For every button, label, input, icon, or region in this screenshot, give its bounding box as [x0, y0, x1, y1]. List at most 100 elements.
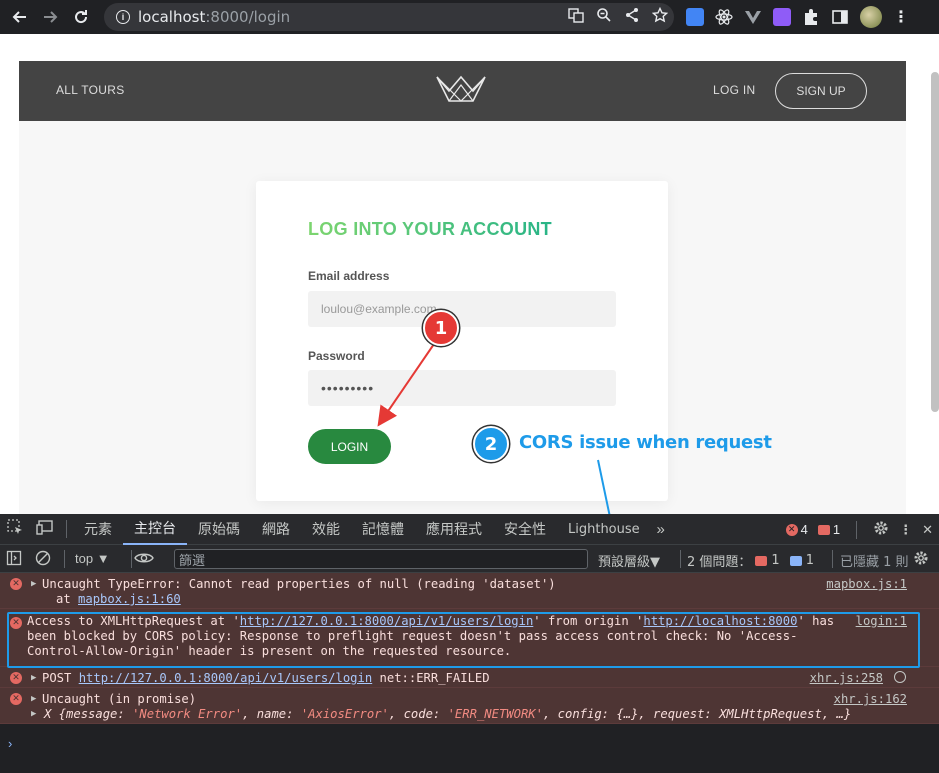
clear-console-icon[interactable]: [35, 550, 51, 569]
stack-line: at mapbox.js:1:60: [42, 592, 907, 607]
site-logo-icon[interactable]: [435, 73, 487, 107]
dropdown-arrow-icon: ▼: [96, 551, 110, 566]
bookmark-star-icon[interactable]: [651, 6, 669, 27]
error-count: 4: [800, 522, 808, 537]
obj-value: 'Network Error': [132, 707, 243, 721]
error-counter[interactable]: ✕ 4: [785, 522, 808, 537]
expand-triangle-icon[interactable]: ▶: [31, 577, 36, 592]
annotation-badge-2: 2: [473, 426, 509, 462]
purple-extension-icon[interactable]: [773, 8, 791, 26]
forward-button[interactable]: [36, 3, 64, 31]
console-error-row[interactable]: ✕ ▶ Uncaught TypeError: Cannot read prop…: [0, 573, 939, 609]
hidden-messages-count: 已隱藏 1 則: [840, 555, 909, 570]
site-header: ALL TOURS LOG IN SIGN UP: [19, 61, 906, 121]
source-link[interactable]: xhr.js:162: [834, 692, 907, 707]
tab-performance[interactable]: 效能: [301, 514, 351, 545]
request-url-link[interactable]: http://127.0.0.1:8000/api/v1/users/login: [79, 671, 373, 685]
error-object[interactable]: ▶ X {message: 'Network Error', name: 'Ax…: [31, 707, 907, 722]
error-x-icon: ✕: [10, 617, 22, 629]
tab-network[interactable]: 網路: [251, 514, 301, 545]
source-link[interactable]: login:1: [856, 614, 907, 629]
dropdown-arrow-icon: ▼: [650, 555, 661, 570]
close-devtools-icon[interactable]: ✕: [922, 522, 933, 538]
tab-console[interactable]: 主控台: [123, 514, 187, 545]
console-filter-input[interactable]: 篩選: [174, 549, 588, 569]
tab-sources[interactable]: 原始碼: [187, 514, 251, 545]
console-prompt-chevron-icon[interactable]: ›: [8, 736, 12, 751]
log-levels-dropdown[interactable]: 預設層級▼: [598, 551, 660, 570]
sidebar-toggle-icon[interactable]: [6, 550, 22, 569]
issues-blue-count: 1: [805, 553, 814, 568]
login-form-card: LOG INTO YOUR ACCOUNT Email address loul…: [256, 181, 668, 501]
obj-value: {…}: [616, 707, 639, 721]
live-expression-eye-icon[interactable]: [134, 549, 154, 570]
browser-menu-icon[interactable]: ⋮: [893, 7, 909, 27]
console-toolbar: top ▼ 篩選 預設層級▼ 2 個問題： 1 1 已隱藏 1 則: [0, 545, 939, 573]
browser-toolbar: i localhost:8000/login ⋮: [0, 0, 939, 34]
email-label: Email address: [308, 269, 390, 283]
google-translate-ext-icon[interactable]: [686, 8, 704, 26]
msg-text: Access to XMLHttpRequest at ': [27, 614, 240, 628]
extensions-area: ⋮: [686, 5, 909, 29]
origin-url-link[interactable]: http://localhost:8000: [643, 614, 797, 628]
email-field[interactable]: loulou@example.com: [308, 291, 616, 327]
device-toolbar-icon[interactable]: [30, 519, 60, 539]
extensions-puzzle-icon[interactable]: [802, 8, 820, 26]
console-error-row[interactable]: ✕ ▶ POST http://127.0.0.1:8000/api/v1/us…: [0, 667, 939, 688]
console-messages: ✕ ▶ Uncaught TypeError: Cannot read prop…: [0, 573, 939, 724]
page-scrollbar[interactable]: [931, 72, 939, 412]
translate-icon[interactable]: [568, 7, 584, 27]
divider: [856, 520, 858, 539]
stack-link[interactable]: mapbox.js:1:60: [78, 592, 181, 606]
reload-icon: [75, 10, 88, 24]
site-info-icon[interactable]: i: [116, 10, 130, 24]
devtools-status: ✕ 4 1 ⋮ ✕: [785, 514, 933, 545]
console-settings-gear-icon[interactable]: [913, 550, 929, 569]
obj-key: message:: [66, 707, 133, 721]
log-levels-value: 預設層級: [598, 555, 651, 570]
tab-application[interactable]: 應用程式: [415, 514, 493, 545]
devtools-menu-icon[interactable]: ⋮: [899, 522, 912, 538]
nav-all-tours-link[interactable]: ALL TOURS: [56, 83, 125, 97]
network-request-icon[interactable]: [894, 671, 906, 683]
profile-avatar[interactable]: [860, 6, 882, 28]
reload-button[interactable]: [67, 3, 95, 31]
vue-devtools-icon[interactable]: [744, 8, 762, 26]
login-button[interactable]: LOGIN: [308, 429, 391, 464]
signup-button[interactable]: SIGN UP: [775, 73, 867, 109]
expand-triangle-icon[interactable]: ▶: [31, 692, 36, 707]
expand-triangle-icon[interactable]: ▶: [31, 707, 36, 722]
issues-button[interactable]: 2 個問題： 1 1: [687, 551, 814, 570]
zoom-icon[interactable]: [596, 7, 612, 27]
console-error-row[interactable]: ✕ ▶ Uncaught (in promise) ▶ X {message: …: [0, 688, 939, 724]
tab-lighthouse[interactable]: Lighthouse: [557, 514, 651, 545]
url-path: :8000/login: [205, 8, 291, 26]
react-devtools-icon[interactable]: [715, 8, 733, 26]
back-button[interactable]: [6, 3, 34, 31]
obj-key: , config:: [542, 707, 617, 721]
context-selector[interactable]: top ▼: [75, 551, 110, 566]
context-value: top: [75, 551, 94, 566]
more-tabs-chevron-icon[interactable]: »: [651, 521, 671, 538]
tab-memory[interactable]: 記憶體: [351, 514, 415, 545]
source-link[interactable]: xhr.js:258: [810, 671, 883, 686]
request-url-link[interactable]: http://127.0.0.1:8000/api/v1/users/login: [240, 614, 534, 628]
address-bar[interactable]: i localhost:8000/login: [104, 3, 674, 31]
issue-counter[interactable]: 1: [817, 522, 840, 537]
side-panel-icon[interactable]: [831, 8, 849, 26]
tab-security[interactable]: 安全性: [493, 514, 557, 545]
nav-login-link[interactable]: LOG IN: [713, 83, 755, 97]
share-icon[interactable]: [624, 7, 640, 27]
form-title: LOG INTO YOUR ACCOUNT: [308, 219, 552, 239]
tab-elements[interactable]: 元素: [73, 514, 123, 545]
console-error-row-cors[interactable]: ✕ Access to XMLHttpRequest at 'http://12…: [0, 609, 939, 667]
msg-text: POST: [42, 671, 79, 685]
password-field[interactable]: •••••••••: [308, 370, 616, 406]
issues-red-count: 1: [771, 553, 780, 568]
source-link[interactable]: mapbox.js:1: [826, 577, 907, 592]
settings-gear-icon[interactable]: [873, 520, 889, 539]
expand-triangle-icon[interactable]: ▶: [31, 671, 36, 686]
issue-info-icon: [789, 555, 802, 566]
divider: [64, 550, 65, 568]
inspect-element-icon[interactable]: [0, 519, 30, 539]
